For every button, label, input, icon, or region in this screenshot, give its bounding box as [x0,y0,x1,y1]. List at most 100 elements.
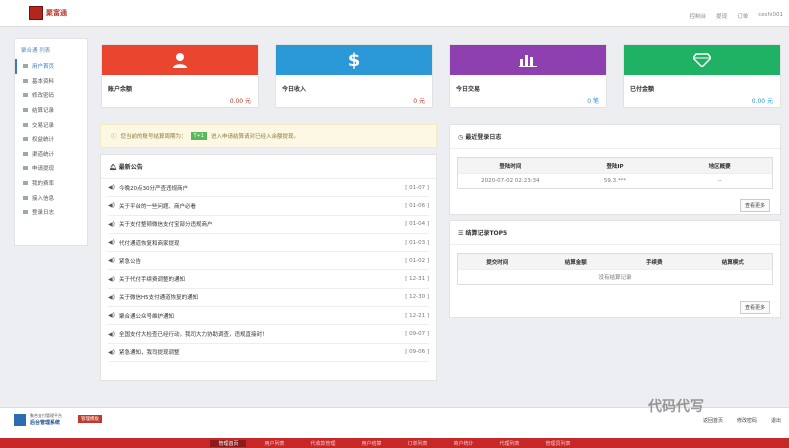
stat-value: 0.00 元 [229,98,251,105]
sidebar-item-password[interactable]: 修改密码 [15,88,87,103]
stat-value: 0.00 元 [751,98,773,105]
bar-chart-icon [450,45,606,75]
speaker-icon: ◀) [108,220,115,228]
speaker-icon: ◀) [108,257,115,265]
announcement-item[interactable]: ◀) 关于微信H5支付通道恢复的通知[ 12-30 ] [108,289,429,308]
stat-label: 账户余额 [108,86,133,93]
link-icon [23,195,28,200]
menu-item[interactable]: 商户统计 [446,440,482,447]
home-link[interactable]: 返回首页 [703,417,723,424]
announcement-item[interactable]: ◀) 紧急公告[ 01-02 ] [108,252,429,271]
nav-withdraw[interactable]: 提现 [716,12,727,20]
menu-item[interactable]: 代理列表 [492,440,528,447]
settlement-panel: ☰ 结算记录TOP5 提交时间 结算金额 手续费 结算模式 没有结算记录 查看更多 [449,220,781,318]
log-icon [23,210,28,215]
top-bar: 聚富通 控制台 提现 订单 ceshi001 [0,0,789,27]
stat-label: 今日交易 [456,86,481,93]
empty-row: 没有结算记录 [458,269,772,284]
info-icon: ⓘ [111,134,117,140]
panel-title: ◷ 最近登录日志 [450,125,780,149]
home-icon [23,64,28,69]
announcement-item[interactable]: ◀) 全国支付大检查已经行动，我司大力协助调查，违规直接封！[ 09-07 ] [108,325,429,344]
stat-label: 今日收入 [282,86,307,93]
sidebar-item-rates[interactable]: 我的费率 [15,176,87,191]
profile-icon [23,78,28,83]
brand-name: 聚富通 [46,9,67,17]
login-log-panel: ◷ 最近登录日志 登陆时间 登陆IP 地区概要 2020-07-02 02:23:3… [449,124,781,215]
sidebar-item-transactions[interactable]: 交易记录 [15,117,87,132]
admin-badge: 管理模板 [78,415,102,423]
footer-links: 返回首页 修改密码 退出 [703,417,781,424]
lock-icon [23,93,28,98]
menu-item[interactable]: 订单列表 [400,440,436,447]
admin-logo [14,414,26,426]
stat-value: 0 元 [413,98,425,105]
menu-item[interactable]: 用户列表 [256,440,292,447]
stat-card-income: $ 今日收入 0 元 [275,44,433,108]
speaker-icon: ◀) [108,312,115,320]
top-nav: 控制台 提现 订单 ceshi001 [690,12,783,20]
nav-orders[interactable]: 订单 [737,12,748,20]
settlement-cycle-badge: T+1 [190,132,207,140]
announcement-item[interactable]: ◀) 关于平台的一些问题、商户必看[ 01-06 ] [108,197,429,216]
list-icon [23,122,28,127]
brand-logo[interactable] [29,6,43,20]
announcements-panel: 🔔︎ 最新公告 ◀) 今晚20点30分严查违规商户[ 01-07 ] ◀) 关于平台… [100,154,437,381]
nav-console[interactable]: 控制台 [690,12,707,20]
settlement-notice: ⓘ 您当前的账号结算周期为： T+1 进入申请结算请对已经入余额提现。 [100,124,437,148]
announcement-item[interactable]: ◀) 关于支付整顿微信支付宝部分违规商户[ 01-04 ] [108,216,429,234]
announcement-item[interactable]: ◀) 今晚20点30分严查违规商户[ 01-07 ] [108,179,429,198]
sidebar-item-settlements[interactable]: 结算记录 [15,103,87,118]
admin-title: 后台管理系统 [30,420,61,426]
sidebar-item-withdraw[interactable]: 申请提现 [15,161,87,176]
speaker-icon: ◀) [108,348,115,356]
view-more-button[interactable]: 查看更多 [739,301,770,314]
sidebar-title: 聚合通 列表 [21,48,51,54]
chart-icon [23,137,28,142]
menu-item[interactable]: 用户结算 [353,440,389,447]
notice-text-before: 您当前的账号结算周期为： [120,134,187,140]
bell-icon: 🔔︎ [109,164,119,171]
sidebar-item-channels[interactable]: 渠道统计 [15,147,87,162]
announcement-item[interactable]: ◀) 代付通道恢复和商家提现[ 01-03 ] [108,234,429,253]
percent-icon [23,181,28,186]
diamond-icon [624,45,780,75]
stat-card-paid: 已付金额 0.00 元 [623,44,781,108]
announcement-item[interactable]: ◀) 关于代付手续费调整的通知[ 12-31 ] [108,270,429,289]
settlement-table: 提交时间 结算金额 手续费 结算模式 没有结算记录 [457,253,773,285]
stat-label: 已付金额 [630,86,655,93]
sidebar-item-api[interactable]: 接入信息 [15,190,87,205]
panel-title: ☰ 结算记录TOP5 [450,221,780,245]
money-icon [23,166,28,171]
speaker-icon: ◀) [108,184,115,192]
speaker-icon: ◀) [108,275,115,283]
notice-text-after: 进入申请结算请对已经入余额提现。 [210,134,299,140]
speaker-icon: ◀) [108,202,115,210]
menu-item[interactable]: 代收款管理 [302,440,343,447]
login-log-table: 登陆时间 登陆IP 地区概要 2020-07-02 02:23:34 59.3.***… [457,157,773,189]
list-icon [23,108,28,113]
nav-user[interactable]: ceshi001 [758,12,783,20]
dollar-icon: $ [276,45,432,75]
speaker-icon: ◀) [108,239,115,247]
user-icon [102,45,258,75]
sidebar: 聚合通 列表 用户首页 基本资料 修改密码 结算记录 交易记录 权益统计 渠道统… [14,38,88,246]
sidebar-item-login-log[interactable]: 登录日志 [15,205,87,220]
menu-item[interactable]: 管理首页 [210,439,247,447]
sidebar-item-stats[interactable]: 权益统计 [15,132,87,147]
panel-title: 🔔︎ 最新公告 [101,155,436,179]
view-more-button[interactable]: 查看更多 [739,199,770,212]
stat-card-transactions: 今日交易 0 笔 [449,44,607,108]
watermark: 代码代写 [648,399,704,415]
announcement-item[interactable]: ◀) 紧急通知，我司提现调整[ 09-06 ] [108,344,429,362]
stat-card-balance: 账户余额 0.00 元 [101,44,259,108]
logout-link[interactable]: 退出 [771,417,781,424]
table-row: 2020-07-02 02:23:34 59.3.*** -- [458,173,772,188]
announcement-item[interactable]: ◀) 聚合通公众号维护通知[ 12-21 ] [108,307,429,326]
sidebar-item-profile[interactable]: 基本资料 [15,74,87,89]
chart-icon [23,151,28,156]
menu-item[interactable]: 管理员列表 [538,440,579,447]
password-link[interactable]: 修改密码 [737,417,757,424]
speaker-icon: ◀) [108,293,115,301]
sidebar-item-home[interactable]: 用户首页 [15,59,87,74]
